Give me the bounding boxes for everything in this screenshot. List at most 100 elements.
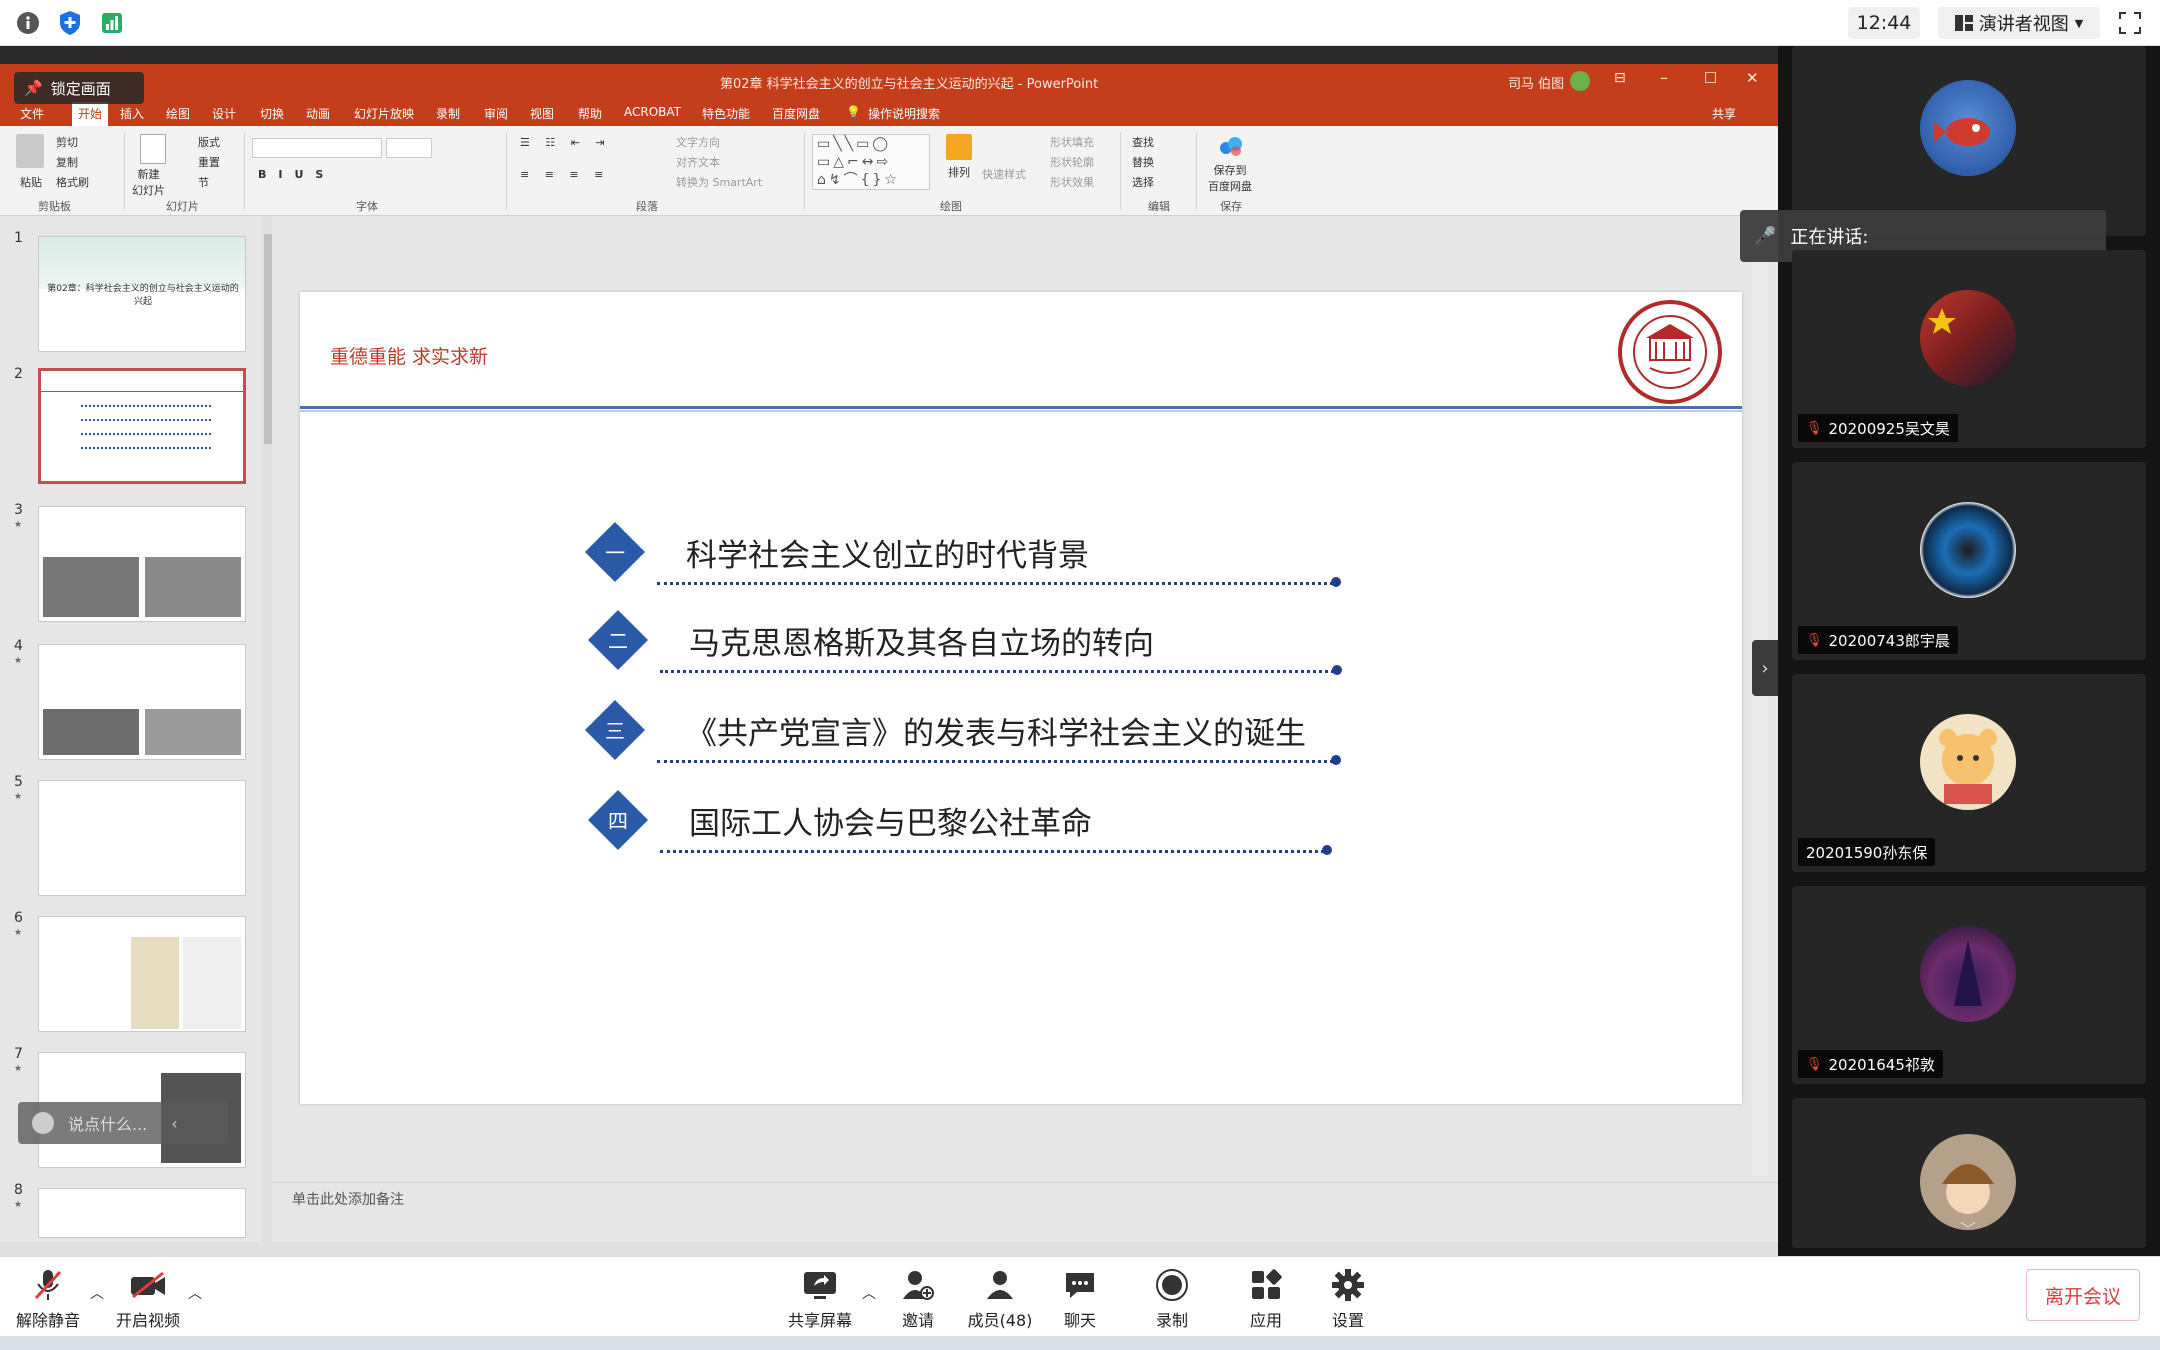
tab-insert[interactable]: 插入 xyxy=(120,105,144,122)
save-to-baidu-button[interactable]: 保存到 百度网盘 xyxy=(1208,162,1252,194)
record-button[interactable]: 录制 xyxy=(1132,1267,1212,1331)
emoji-icon[interactable] xyxy=(32,1112,54,1134)
share-options-caret[interactable]: ︿ xyxy=(862,1283,876,1303)
maximize-icon[interactable]: □ xyxy=(1704,69,1717,85)
tab-baidu[interactable]: 百度网盘 xyxy=(772,105,820,122)
layout-button[interactable]: 版式 xyxy=(198,134,220,150)
tab-review[interactable]: 审阅 xyxy=(484,105,508,122)
participant-tile[interactable]: 🎙 20200925吴文昊 xyxy=(1792,250,2146,448)
tab-features[interactable]: 特色功能 xyxy=(702,105,750,122)
font-name-select[interactable] xyxy=(252,138,382,158)
info-icon[interactable] xyxy=(14,9,42,37)
ribbon-display-icon[interactable]: ⊟ xyxy=(1614,70,1626,86)
speaker-view-dropdown[interactable]: 演讲者视图 ▼ xyxy=(1938,7,2100,39)
paste-icon[interactable] xyxy=(16,134,44,168)
participant-tile[interactable]: ﹀ xyxy=(1792,1098,2146,1248)
new-slide-button[interactable]: 新建 幻灯片 xyxy=(132,166,165,198)
list-buttons[interactable]: ☰ ☷ ⇤ ⇥ xyxy=(520,136,611,149)
chevron-right-icon: › xyxy=(1761,657,1769,679)
notes-placeholder[interactable]: 单击此处添加备注 xyxy=(292,1189,404,1209)
apps-button[interactable]: 应用 xyxy=(1226,1267,1306,1331)
tab-slideshow[interactable]: 幻灯片放映 xyxy=(354,105,414,122)
slide-thumbnail[interactable] xyxy=(38,644,246,760)
chevron-down-icon[interactable]: ﹀ xyxy=(1960,1216,1976,1240)
network-signal-icon[interactable] xyxy=(98,9,126,37)
share-screen-button[interactable]: 共享屏幕 xyxy=(780,1267,860,1331)
tab-view[interactable]: 视图 xyxy=(530,105,554,122)
notes-pane[interactable]: 单击此处添加备注 xyxy=(272,1182,1778,1242)
font-size-select[interactable] xyxy=(386,138,432,158)
tab-animations[interactable]: 动画 xyxy=(306,105,330,122)
unmute-button[interactable]: 解除静音 xyxy=(8,1267,88,1331)
tab-home[interactable]: 开始 xyxy=(72,102,109,126)
tab-help[interactable]: 帮助 xyxy=(578,105,602,122)
avatar xyxy=(1920,80,2016,176)
arrange-icon[interactable] xyxy=(946,134,972,160)
chat-quick-input[interactable]: 说点什么... ‹ xyxy=(18,1102,228,1144)
slide-scrollbar[interactable] xyxy=(1752,216,1768,1176)
section-button[interactable]: 节 xyxy=(198,174,209,190)
current-slide[interactable]: 重德重能 求实求新 一 科学社会主义创立的时代背景 二 马克思恩格斯及其各自立场… xyxy=(300,292,1742,1104)
slide-thumbnail[interactable] xyxy=(38,506,246,622)
chevron-left-icon[interactable]: ‹ xyxy=(171,1114,177,1133)
participant-tile[interactable]: 🎙 20201645祁敦 xyxy=(1792,886,2146,1084)
shapes-gallery[interactable]: ▭╲╲▭◯ ▭△⌐↔⇨ ⌂↯⌒{}☆ xyxy=(812,134,930,190)
participant-tile[interactable] xyxy=(1792,46,2146,236)
align-text-button[interactable]: 对齐文本 xyxy=(676,154,720,170)
slide-thumbnail[interactable] xyxy=(38,780,246,896)
thumb-number: 3 xyxy=(14,502,23,518)
user-avatar[interactable] xyxy=(1570,71,1590,91)
security-shield-icon[interactable] xyxy=(56,9,84,37)
replace-button[interactable]: 替换 xyxy=(1132,154,1154,170)
select-button[interactable]: 选择 xyxy=(1132,174,1154,190)
invite-button[interactable]: 邀请 xyxy=(878,1267,958,1331)
fullscreen-icon[interactable] xyxy=(2116,9,2144,37)
quick-styles-button[interactable]: 快速样式 xyxy=(982,166,1026,182)
settings-button[interactable]: 设置 xyxy=(1308,1267,1388,1331)
share-button[interactable]: 共享 xyxy=(1712,105,1736,122)
collapse-panel-button[interactable]: › xyxy=(1752,640,1778,696)
tab-transitions[interactable]: 切换 xyxy=(260,105,284,122)
baidu-cloud-icon[interactable] xyxy=(1218,134,1244,158)
arrange-button[interactable]: 排列 xyxy=(948,164,970,180)
tab-file[interactable]: 文件 xyxy=(20,105,44,122)
find-button[interactable]: 查找 xyxy=(1132,134,1154,150)
participant-tile[interactable]: 🎙 20200743郎宇晨 xyxy=(1792,462,2146,660)
copy-button[interactable]: 复制 xyxy=(56,154,78,170)
tell-me-search[interactable]: 操作说明搜索 xyxy=(868,105,940,122)
shape-fill-button[interactable]: 形状填充 xyxy=(1050,134,1094,150)
new-slide-icon[interactable] xyxy=(140,134,166,164)
align-buttons[interactable]: ≡ ≡ ≡ ≡ xyxy=(520,168,609,181)
slide-thumbnail[interactable] xyxy=(38,916,246,1032)
cut-button[interactable]: 剪切 xyxy=(56,134,78,150)
audio-options-caret[interactable]: ︿ xyxy=(90,1283,104,1303)
reset-button[interactable]: 重置 xyxy=(198,154,220,170)
tab-acrobat[interactable]: ACROBAT xyxy=(624,105,681,119)
minimize-icon[interactable]: – xyxy=(1660,68,1668,87)
font-style-buttons[interactable]: BIUS xyxy=(258,168,335,181)
shape-effects-button[interactable]: 形状效果 xyxy=(1050,174,1094,190)
format-painter-button[interactable]: 格式刷 xyxy=(56,174,89,190)
slide-thumbnail[interactable]: 第02章：科学社会主义的创立与社会主义运动的兴起 xyxy=(38,236,246,352)
record-icon xyxy=(1156,1269,1188,1301)
tab-record[interactable]: 录制 xyxy=(436,105,460,122)
close-icon[interactable]: ✕ xyxy=(1746,69,1759,87)
paste-label[interactable]: 粘贴 xyxy=(20,174,42,190)
start-video-button[interactable]: 开启视频 xyxy=(108,1267,188,1331)
agenda-item-2: 二 马克思恩格斯及其各自立场的转向 xyxy=(588,610,1348,690)
video-options-caret[interactable]: ︿ xyxy=(188,1283,202,1303)
slide-thumbnail-pane: 1 第02章：科学社会主义的创立与社会主义运动的兴起 2 3 ★ 4 ★ 5 ★… xyxy=(0,216,272,1242)
smartart-button[interactable]: 转换为 SmartArt xyxy=(676,174,762,190)
shape-outline-button[interactable]: 形状轮廓 xyxy=(1050,154,1094,170)
participant-name: 20200743郎宇晨 xyxy=(1828,631,1950,650)
lock-screen-button[interactable]: 📌 锁定画面 xyxy=(14,72,144,104)
chat-button[interactable]: 聊天 xyxy=(1040,1267,1120,1331)
text-direction-button[interactable]: 文字方向 xyxy=(676,134,720,150)
tab-draw[interactable]: 绘图 xyxy=(166,105,190,122)
slide-thumbnail[interactable] xyxy=(38,1188,246,1238)
slide-thumbnail-selected[interactable] xyxy=(38,368,246,484)
members-button[interactable]: 成员(48) xyxy=(960,1267,1040,1331)
tab-design[interactable]: 设计 xyxy=(212,105,236,122)
participant-tile[interactable]: 20201590孙东保 xyxy=(1792,674,2146,872)
leave-meeting-button[interactable]: 离开会议 xyxy=(2026,1269,2140,1321)
